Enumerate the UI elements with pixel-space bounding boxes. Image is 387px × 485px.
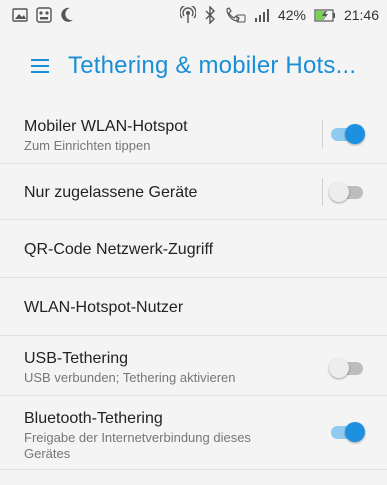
divider [322, 120, 323, 148]
setting-allowed-devices[interactable]: Nur zugelassene Geräte [0, 164, 387, 220]
setting-label: Bluetooth-Tethering [24, 410, 163, 427]
setting-label: USB-Tethering [24, 350, 129, 367]
setting-sublabel: Zum Einrichten tippen [24, 138, 151, 153]
divider [322, 178, 323, 206]
bluetooth-icon [204, 6, 216, 24]
setting-label: QR-Code Netzwerk-Zugriff [24, 241, 214, 258]
setting-sublabel: USB verbunden; Tethering aktivieren [24, 370, 236, 385]
status-bar: 42% 21:46 [0, 0, 387, 30]
setting-bluetooth-tethering[interactable]: Bluetooth-Tethering Freigabe der Interne… [0, 396, 387, 470]
setting-usb-tethering[interactable]: USB-Tethering USB verbunden; Tethering a… [0, 336, 387, 396]
setting-label: WLAN-Hotspot-Nutzer [24, 299, 184, 316]
page-title: Tethering & mobiler Hots... [68, 52, 357, 79]
moon-icon [60, 7, 74, 23]
hamburger-menu-icon[interactable] [18, 44, 62, 88]
bluetooth-tethering-toggle[interactable] [329, 422, 365, 442]
recorder-icon [36, 7, 52, 23]
allowed-devices-toggle[interactable] [329, 182, 365, 202]
setting-hotspot-users[interactable]: WLAN-Hotspot-Nutzer [0, 278, 387, 336]
setting-label: Nur zugelassene Geräte [24, 184, 198, 201]
setting-qr-code[interactable]: QR-Code Netzwerk-Zugriff [0, 220, 387, 278]
app-bar: Tethering & mobiler Hots... [0, 38, 387, 94]
battery-percent: 42% [277, 7, 306, 23]
signal-icon [254, 8, 270, 22]
hotspot-toggle[interactable] [329, 124, 365, 144]
hotspot-icon [179, 6, 196, 24]
clock: 21:46 [343, 7, 379, 23]
setting-sublabel: Freigabe der Internetverbindung dieses G… [24, 430, 251, 461]
usb-tethering-toggle[interactable] [329, 358, 365, 378]
gallery-icon [12, 8, 28, 22]
setting-label: Mobiler WLAN-Hotspot [24, 118, 188, 135]
battery-icon [314, 8, 336, 22]
settings-list: Mobiler WLAN-Hotspot Zum Einrichten tipp… [0, 100, 387, 470]
wifi-call-icon [224, 6, 246, 24]
setting-mobile-hotspot[interactable]: Mobiler WLAN-Hotspot Zum Einrichten tipp… [0, 100, 387, 164]
